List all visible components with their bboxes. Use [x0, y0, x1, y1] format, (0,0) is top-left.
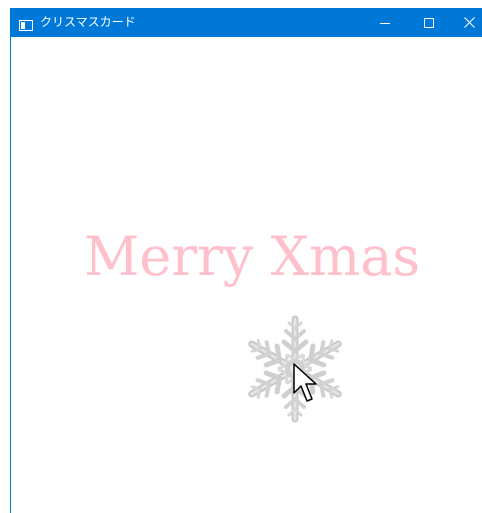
window-app-icon[interactable]	[19, 16, 33, 31]
app-window: クリスマスカード Merry Xmas	[10, 8, 482, 513]
close-icon	[463, 13, 475, 32]
title-bar[interactable]: クリスマスカード	[11, 8, 482, 37]
minimize-button[interactable]	[363, 8, 407, 37]
mouse-cursor-icon	[293, 363, 319, 407]
close-button[interactable]	[447, 8, 482, 37]
maximize-button[interactable]	[407, 8, 451, 37]
greeting-text: Merry Xmas	[84, 225, 421, 288]
minimize-icon	[380, 13, 390, 32]
card-canvas[interactable]: Merry Xmas	[11, 37, 482, 513]
window-title: クリスマスカード	[40, 15, 136, 29]
maximize-icon	[424, 13, 434, 32]
